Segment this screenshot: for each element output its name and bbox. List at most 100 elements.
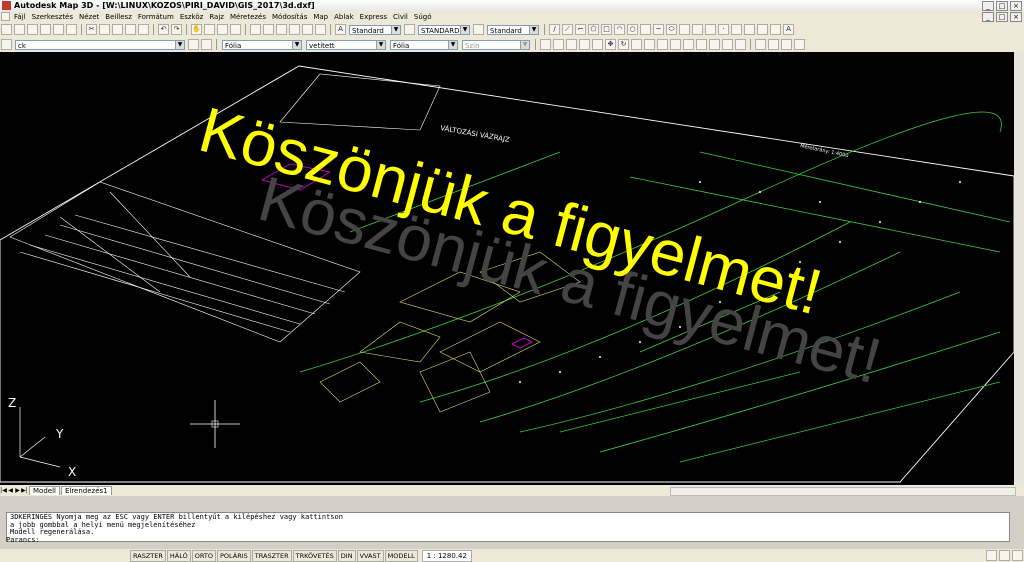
lineweight-select[interactable]: Fólia ▼ [390,39,458,50]
minimize-button[interactable]: _ [982,1,994,11]
dim-style-select[interactable]: STANDARD ▼ [418,24,470,35]
region-icon[interactable] [757,24,768,35]
clean-screen-icon[interactable] [1012,550,1023,561]
spline-icon[interactable]: ~ [653,24,664,35]
next-tab-icon[interactable]: ▶ [14,487,21,494]
tab-model[interactable]: Modell [29,486,60,495]
arc-icon[interactable]: ◠ [614,24,625,35]
drawing-canvas[interactable]: VÁLTOZÁSI VÁZRAJZ Méretarány: 1:4000 Kös… [0,52,1014,485]
draw-order-front-icon[interactable] [755,39,766,50]
menu-file[interactable]: Fájl [11,13,29,21]
zoom-realtime-icon[interactable] [204,24,215,35]
menu-tools[interactable]: Eszköz [177,13,207,21]
point-icon[interactable]: · [718,24,729,35]
menu-window[interactable]: Ablak [331,13,357,21]
menu-format[interactable]: Formátum [135,13,177,21]
ellipse-icon[interactable]: ⬭ [666,24,677,35]
plotstyle-select[interactable]: Szín ▼ [462,39,530,50]
osnap-button[interactable]: TRASZTER [251,549,292,562]
color-select[interactable]: Fólia ▼ [222,39,302,50]
first-tab-icon[interactable]: |◀ [0,487,7,494]
designcenter-icon[interactable] [263,24,274,35]
tray-settings-icon[interactable] [999,550,1010,561]
doc-restore-button[interactable]: □ [996,12,1008,22]
menu-view[interactable]: Nézet [76,13,102,21]
make-current-icon[interactable] [188,39,199,50]
match-icon[interactable] [125,24,136,35]
table-icon[interactable] [770,24,781,35]
hatch-icon[interactable] [731,24,742,35]
menu-modify[interactable]: Módosítás [269,13,310,21]
erase-icon[interactable] [540,39,551,50]
rotate-icon[interactable]: ↻ [618,39,629,50]
prev-tab-icon[interactable]: ◀ [7,487,14,494]
ellipse-arc-icon[interactable] [679,24,690,35]
doc-icon[interactable] [1,12,10,21]
move-icon[interactable]: ✥ [605,39,616,50]
model-button[interactable]: MODELL [384,549,418,562]
scale-icon[interactable] [631,39,642,50]
linetype-select[interactable]: vetített ▼ [306,39,386,50]
new-icon[interactable] [1,24,12,35]
zoom-window-icon[interactable] [217,24,228,35]
menu-help[interactable]: Súgó [411,13,435,21]
trim-icon[interactable] [657,39,668,50]
gradient-icon[interactable] [744,24,755,35]
lwt-button[interactable]: VVAST [356,549,384,562]
last-tab-icon[interactable]: ▶| [21,487,28,494]
rectangle-icon[interactable]: □ [601,24,612,35]
command-prompt[interactable]: Parancs: [6,536,1010,544]
paste-icon[interactable] [112,24,123,35]
lock-icon[interactable] [986,550,997,561]
doc-close-button[interactable]: × [1010,12,1022,22]
dyn-button[interactable]: DIN [337,549,356,562]
layer-select[interactable]: ck ▼ [15,39,185,50]
offset-icon[interactable] [579,39,590,50]
open-icon[interactable] [14,24,25,35]
polygon-icon[interactable]: ⬠ [588,24,599,35]
tab-layout1[interactable]: Elrendezés1 [60,486,112,495]
make-block-icon[interactable] [705,24,716,35]
extend-icon[interactable] [670,39,681,50]
array-icon[interactable] [592,39,603,50]
calculator-icon[interactable] [315,24,326,35]
explode-icon[interactable] [735,39,746,50]
doc-minimize-button[interactable]: _ [982,12,994,22]
save-icon[interactable] [27,24,38,35]
construction-line-icon[interactable]: ⟋ [562,24,573,35]
polar-button[interactable]: POLÁRIS [216,549,251,562]
redo-icon[interactable]: ↷ [171,24,182,35]
toolpalette-icon[interactable] [276,24,287,35]
publish-icon[interactable] [66,24,77,35]
block-icon[interactable] [138,24,149,35]
preview-icon[interactable] [53,24,64,35]
circle-icon[interactable]: ○ [627,24,638,35]
otrack-button[interactable]: TRKÖVETÉS [292,549,337,562]
join-icon[interactable] [696,39,707,50]
cut-icon[interactable]: ✂ [86,24,97,35]
stretch-icon[interactable] [644,39,655,50]
menu-express[interactable]: Express [357,13,390,21]
zoom-previous-icon[interactable] [230,24,241,35]
properties-icon[interactable] [250,24,261,35]
fillet-icon[interactable] [722,39,733,50]
menu-insert[interactable]: Beillesz [102,13,135,21]
close-button[interactable]: × [1010,1,1022,11]
layer-manager-icon[interactable] [1,39,12,50]
table-style-select[interactable]: Standard ▼ [487,24,539,35]
chamfer-icon[interactable] [709,39,720,50]
maximize-button[interactable]: □ [996,1,1008,11]
draw-order-above-icon[interactable] [781,39,792,50]
mtext-icon[interactable]: A [783,24,794,35]
pan-icon[interactable]: ✋ [191,24,202,35]
text-style-select[interactable]: Standard ▼ [349,24,401,35]
menu-civil[interactable]: Civil [390,13,411,21]
mirror-icon[interactable] [566,39,577,50]
layer-previous-icon[interactable] [201,39,212,50]
horizontal-scrollbar[interactable] [670,487,1016,496]
copy-icon[interactable] [99,24,110,35]
draw-order-back-icon[interactable] [768,39,779,50]
menu-draw[interactable]: Rajz [206,13,227,21]
menu-map[interactable]: Map [310,13,331,21]
copy-object-icon[interactable] [553,39,564,50]
